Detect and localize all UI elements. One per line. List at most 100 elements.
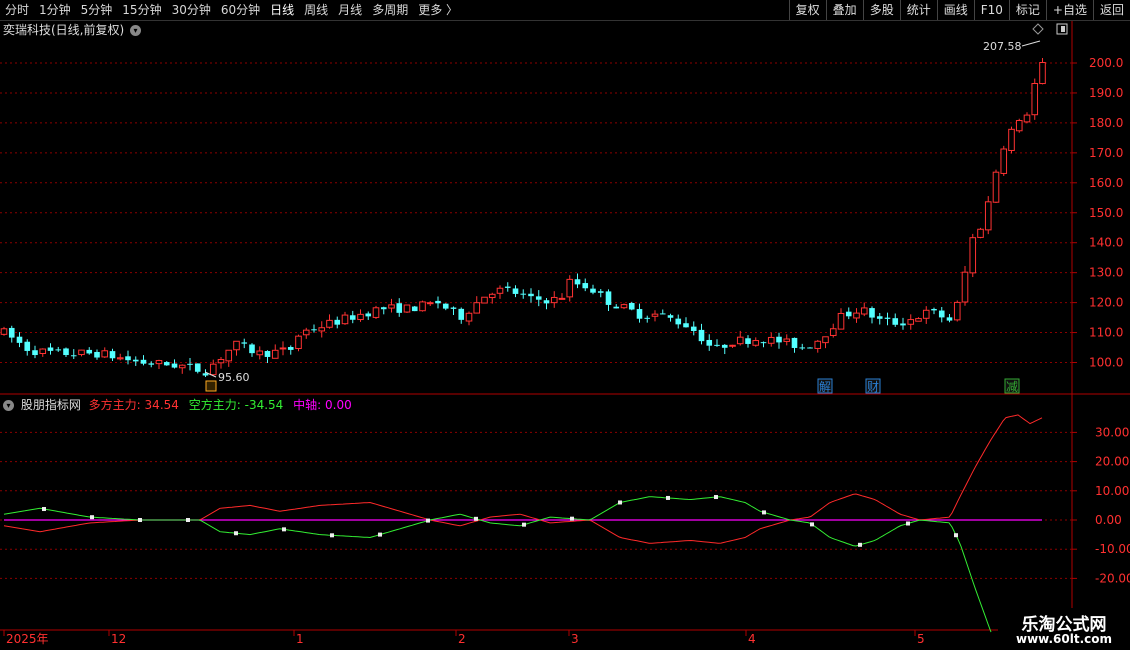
- candle-body-down: [613, 306, 620, 309]
- indicator-tick-label: -10.00: [1095, 542, 1130, 556]
- adjust-button[interactable]: 复权: [788, 0, 826, 20]
- candle-body-up: [651, 313, 659, 317]
- candle-body-down: [94, 351, 100, 358]
- back-button[interactable]: 返回: [1092, 0, 1130, 20]
- candle-body-down: [365, 313, 372, 317]
- chart-canvas[interactable]: 200.0190.0180.0170.0160.0150.0140.0130.0…: [0, 0, 1130, 650]
- indicator-point-marker: [330, 533, 334, 538]
- indicator-tick-label: -20.00: [1095, 571, 1130, 585]
- candle-body-down: [520, 293, 527, 295]
- candle-body-up: [403, 304, 411, 313]
- indicator-point-marker: [762, 510, 766, 515]
- period-tab-monthly[interactable]: 月线: [333, 0, 367, 20]
- candle-body-up: [217, 358, 225, 364]
- indicator-point-marker: [810, 522, 814, 527]
- short-force-line: [3, 496, 992, 633]
- candle-body-up: [829, 328, 837, 336]
- period-tab-multi[interactable]: 多周期: [367, 0, 413, 20]
- period-tab-5min[interactable]: 5分钟: [76, 0, 118, 20]
- candle-body-down: [132, 359, 139, 362]
- price-tick-label: 160.0: [1089, 176, 1123, 190]
- candle-body-down: [698, 329, 705, 342]
- add-watchlist-button[interactable]: +自选: [1045, 0, 1093, 20]
- period-tab-intraday[interactable]: 分时: [0, 0, 34, 20]
- candle-body-up: [78, 349, 85, 356]
- period-tab-weekly[interactable]: 周线: [299, 0, 333, 20]
- candle-body-down: [876, 316, 883, 319]
- candle-body-down: [590, 288, 596, 293]
- candle-body-down: [869, 308, 875, 318]
- price-tick-label: 190.0: [1089, 86, 1123, 100]
- candle-body-down: [450, 307, 457, 309]
- event-marker-box: [865, 378, 881, 394]
- candle-body-up: [101, 350, 109, 358]
- f10-button[interactable]: F10: [973, 0, 1009, 20]
- candle-body-up: [116, 357, 124, 360]
- candle-body-down: [458, 308, 465, 320]
- price-tick-label: 170.0: [1089, 146, 1123, 160]
- candle-body-up: [1000, 148, 1008, 174]
- candle-body-down: [396, 303, 403, 313]
- low-price-pointer: [204, 371, 217, 378]
- candle-body-down: [799, 347, 806, 349]
- mark-button[interactable]: 标记: [1008, 0, 1046, 20]
- multi-stock-button[interactable]: 多股: [862, 0, 900, 20]
- candle-body-down: [435, 300, 441, 304]
- price-tick-label: 130.0: [1089, 266, 1123, 280]
- chevron-down-icon[interactable]: ▾: [130, 25, 142, 36]
- indicator-name[interactable]: 股朋指标网: [21, 398, 81, 412]
- period-tab-more[interactable]: 更多 〉: [413, 0, 463, 20]
- candle-body-down: [690, 326, 697, 331]
- period-tab-60min[interactable]: 60分钟: [216, 0, 265, 20]
- candle-body-up: [271, 349, 279, 359]
- event-marker-box: [817, 378, 833, 394]
- candle-body-up: [465, 312, 473, 322]
- chart-title-text: 奕瑞科技(日线,前复权): [3, 23, 125, 37]
- indicator-point-marker: [714, 495, 718, 500]
- candle-body-up: [860, 307, 868, 315]
- period-tab-1min[interactable]: 1分钟: [34, 0, 76, 20]
- candle-body-up: [922, 309, 930, 319]
- candle-body-down: [791, 337, 798, 348]
- candle-body-up: [566, 278, 574, 298]
- overlay-button[interactable]: 叠加: [825, 0, 863, 20]
- period-tab-daily[interactable]: 日线: [265, 0, 299, 20]
- candle-body-down: [628, 303, 635, 310]
- chevron-down-icon[interactable]: ▾: [3, 400, 14, 411]
- candle-body-down: [675, 318, 682, 325]
- candle-body-down: [776, 336, 782, 343]
- time-axis-label: 3: [571, 632, 579, 646]
- window-icon: [1056, 23, 1068, 35]
- time-axis-label: 5: [917, 632, 925, 646]
- candle-body-up: [295, 335, 302, 350]
- candle-body-up: [341, 314, 349, 325]
- event-marker-label: 减: [1006, 380, 1018, 394]
- candle-body-down: [644, 317, 651, 319]
- candle-body-down: [334, 319, 341, 325]
- period-tab-30min[interactable]: 30分钟: [167, 0, 216, 20]
- candle-body-down: [380, 307, 387, 310]
- window-icon-inner: [1061, 26, 1065, 32]
- chart-title[interactable]: 奕瑞科技(日线,前复权) ▾: [3, 21, 142, 38]
- candle-body-up: [1039, 62, 1046, 85]
- candle-body-up: [302, 329, 310, 336]
- draw-line-button[interactable]: 画线: [936, 0, 974, 20]
- candle-body-down: [63, 348, 69, 356]
- candle-body-up: [853, 312, 860, 319]
- long-force-value: 34.54: [144, 398, 179, 412]
- candle-body-down: [504, 286, 511, 288]
- indicator-tick-label: 20.00: [1095, 455, 1129, 469]
- watermark-box: 乐淘公式网 www.60lt.com: [998, 608, 1130, 650]
- candle-body-down: [900, 323, 906, 326]
- candle-body-up: [357, 313, 364, 321]
- candle-body-down: [683, 323, 689, 328]
- candle-body-down: [807, 347, 813, 349]
- statistics-button[interactable]: 统计: [899, 0, 937, 20]
- time-axis-label: 2025年: [6, 632, 49, 646]
- candle-body-up: [984, 201, 992, 231]
- indicator-tick-label: 10.00: [1095, 484, 1129, 498]
- diamond-icon: [1032, 23, 1044, 35]
- indicator-point-marker: [378, 532, 382, 537]
- period-tab-15min[interactable]: 15分钟: [117, 0, 166, 20]
- candlestick-series: [0, 58, 1046, 378]
